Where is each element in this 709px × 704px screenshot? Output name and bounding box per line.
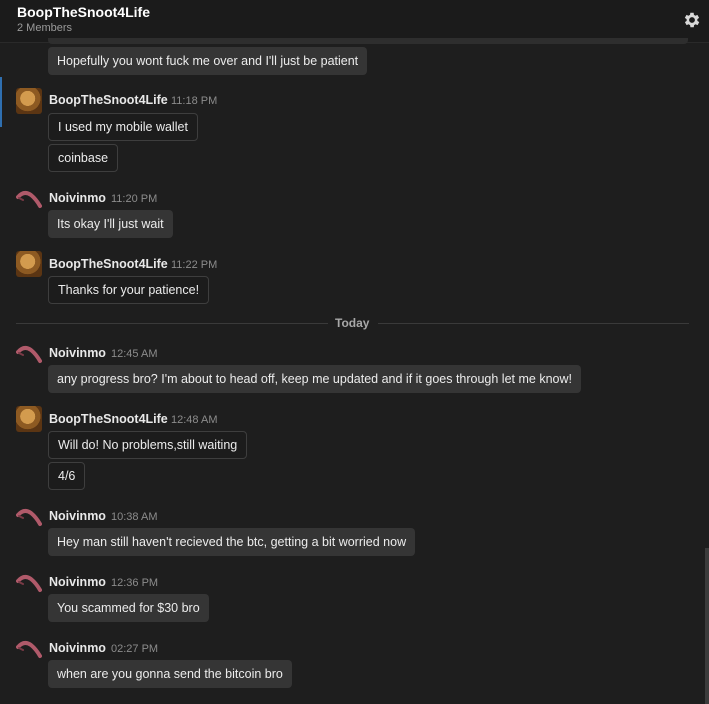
message-time: 11:20 PM (111, 193, 158, 205)
avatar[interactable] (16, 406, 42, 432)
message-bubble: You scammed for $30 bro (48, 594, 209, 622)
selection-indicator (0, 77, 2, 127)
author-name[interactable]: Noivinmo (49, 509, 106, 523)
message-bubble: I used my mobile wallet (48, 113, 198, 141)
avatar[interactable] (16, 186, 42, 212)
message-time: 12:48 AM (171, 414, 218, 426)
message-bubble: 4/6 (48, 462, 86, 490)
author-name[interactable]: Noivinmo (49, 346, 106, 360)
gear-icon[interactable] (682, 10, 702, 30)
message-time: 12:45 AM (111, 348, 158, 360)
message-bubble: coinbase (48, 144, 119, 172)
avatar[interactable] (16, 636, 42, 662)
member-count: 2 Members (17, 22, 73, 34)
message-bubble: Thanks for your patience! (48, 276, 210, 304)
avatar[interactable] (16, 251, 42, 277)
message-time: 11:22 PM (171, 259, 218, 271)
avatar[interactable] (16, 570, 42, 596)
date-divider: Today (335, 316, 370, 330)
message-bubble: Hopefully you wont fuck me over and I'll… (48, 47, 368, 75)
avatar[interactable] (16, 88, 42, 114)
author-name[interactable]: BoopTheSnoot4Life (49, 257, 168, 271)
avatar[interactable] (16, 504, 42, 530)
message-bubble: Will do! No problems,still waiting (48, 431, 248, 459)
author-name[interactable]: Noivinmo (49, 641, 106, 655)
date-divider-line (378, 323, 689, 324)
message-time: 02:27 PM (111, 643, 159, 655)
avatar[interactable] (16, 341, 42, 367)
author-name[interactable]: Noivinmo (49, 575, 106, 589)
message-time: 10:38 AM (111, 511, 158, 523)
message-bubble: Its okay I'll just wait (48, 210, 173, 238)
message-time: 12:36 PM (111, 577, 159, 589)
message-bubble: Hey man still haven't recieved the btc, … (48, 528, 416, 556)
chat-header: BoopTheSnoot4Life 2 Members (0, 0, 709, 43)
author-name[interactable]: BoopTheSnoot4Life (49, 412, 168, 426)
message-bubble: when are you gonna send the bitcoin bro (48, 660, 292, 688)
previous-message-fragment (48, 38, 688, 44)
date-divider-line (16, 323, 328, 324)
author-name[interactable]: Noivinmo (49, 191, 106, 205)
scrollbar[interactable] (705, 548, 709, 704)
message-bubble: any progress bro? I'm about to head off,… (48, 365, 581, 393)
chat-title: BoopTheSnoot4Life (17, 4, 150, 20)
message-time: 11:18 PM (171, 95, 218, 107)
author-name[interactable]: BoopTheSnoot4Life (49, 93, 168, 107)
